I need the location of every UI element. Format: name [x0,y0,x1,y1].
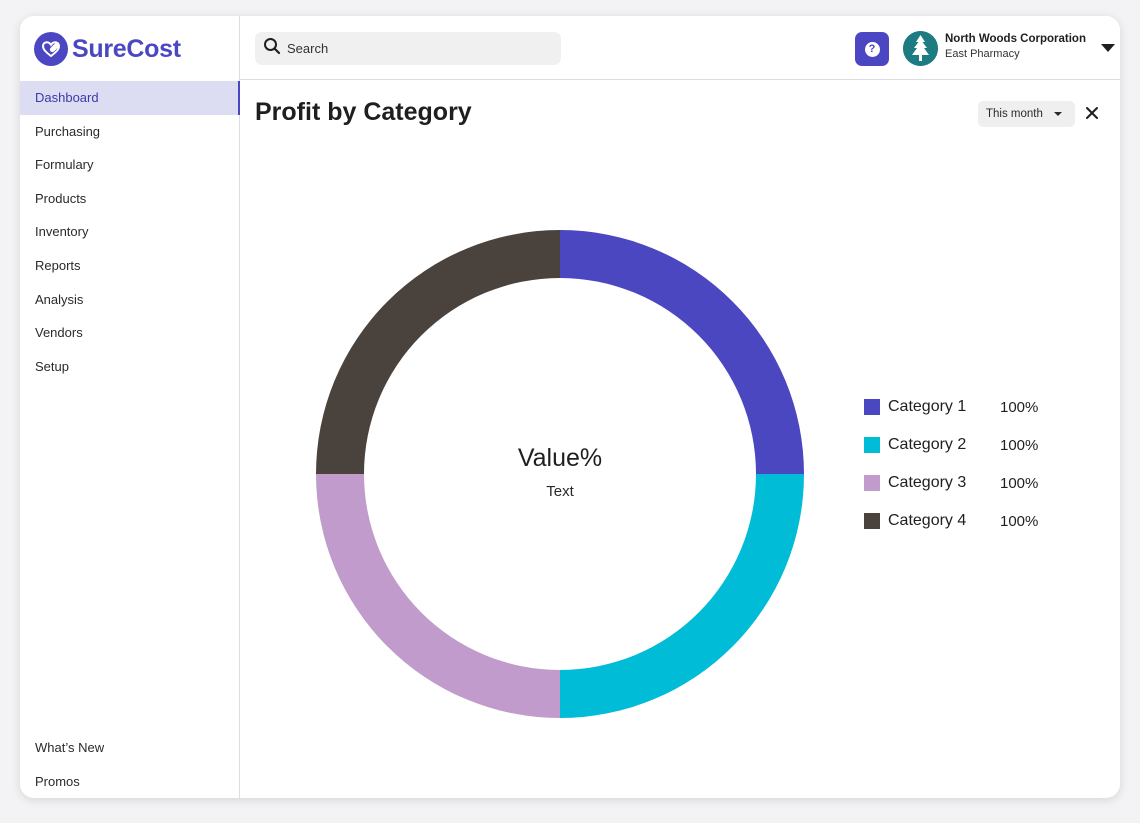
donut-chart: Value% Text [316,230,804,718]
search-input[interactable] [287,41,547,56]
sidebar-nav: Dashboard Purchasing Formulary Products … [20,81,240,383]
donut-center-value: Value% [518,444,602,472]
legend-label: Category 3 [888,474,967,491]
tree-icon[interactable] [903,31,938,66]
top-header: ? North Woods Corporation East Pharmacy [240,16,1120,80]
legend-label: Category 2 [888,436,967,453]
legend-item[interactable]: Category 2 100% [864,426,1038,464]
legend-item[interactable]: Category 4 100% [864,502,1038,540]
donut-segment-3[interactable] [316,474,560,718]
legend-value: 100% [1000,398,1039,416]
sidebar: SureCost Dashboard Purchasing Formulary … [20,16,240,798]
sidebar-item-analysis[interactable]: Analysis [20,283,240,317]
sidebar-item-formulary[interactable]: Formulary [20,148,240,182]
legend-label: Category 4 [888,512,967,529]
legend-item[interactable]: Category 3 100% [864,464,1038,502]
search-icon [263,37,281,60]
donut-segment-2[interactable] [560,474,804,718]
app-window: SureCost Dashboard Purchasing Formulary … [20,16,1120,798]
org-location: East Pharmacy [945,48,1020,60]
sidebar-item-products[interactable]: Products [20,182,240,216]
donut-center-label: Text [546,483,574,500]
legend-swatch [864,475,880,491]
close-icon[interactable] [1083,104,1101,122]
sidebar-item-inventory[interactable]: Inventory [20,215,240,249]
legend-swatch [864,513,880,529]
legend-value: 100% [1000,436,1039,454]
help-button[interactable]: ? [855,32,889,66]
org-name: North Woods Corporation [945,33,1086,45]
brand-logo[interactable]: SureCost [34,31,181,67]
page-title: Profit by Category [255,98,472,126]
brand-name: SureCost [72,34,181,63]
caret-down-icon [1054,112,1062,116]
sidebar-bottom-nav: What’s New Promos [20,731,240,798]
legend-value: 100% [1000,512,1039,530]
legend-value: 100% [1000,474,1039,492]
sidebar-item-promos[interactable]: Promos [20,765,240,798]
search-box[interactable] [255,32,561,65]
legend-swatch [864,437,880,453]
donut-segment-4[interactable] [316,230,560,474]
sidebar-item-vendors[interactable]: Vendors [20,316,240,350]
sidebar-item-purchasing[interactable]: Purchasing [20,115,240,149]
chevron-down-icon[interactable] [1101,44,1115,52]
chart-legend: Category 1 100% Category 2 100% Category… [864,388,1038,540]
date-range-value: This month [986,108,1043,120]
legend-label: Category 1 [888,398,967,415]
org-info[interactable]: North Woods Corporation East Pharmacy [945,33,1086,60]
pill-heart-icon [34,32,68,66]
legend-item[interactable]: Category 1 100% [864,388,1038,426]
legend-swatch [864,399,880,415]
question-icon: ? [864,41,880,57]
sidebar-item-setup[interactable]: Setup [20,350,240,384]
date-range-select[interactable]: This month [978,101,1075,127]
sidebar-item-reports[interactable]: Reports [20,249,240,283]
sidebar-item-whats-new[interactable]: What’s New [20,731,240,765]
sidebar-item-dashboard[interactable]: Dashboard [20,81,240,115]
donut-segment-1[interactable] [560,230,804,474]
